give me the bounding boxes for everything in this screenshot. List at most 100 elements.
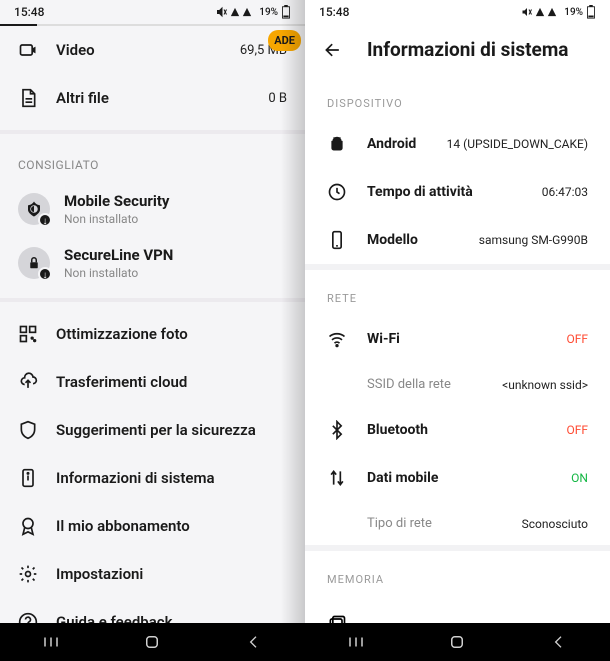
row-value: 14 (UPSIDE_DOWN_CAKE) <box>447 137 588 151</box>
row-model[interactable]: Modello samsung SM-G990B <box>305 216 610 264</box>
signal-icon-2 <box>242 7 252 17</box>
left-content: Video 69,5 MB Altri file 0 B CONSIGLIATO… <box>0 26 305 623</box>
menu-label: Ottimizzazione foto <box>56 325 287 343</box>
page-header: Informazioni di sistema <box>305 24 610 75</box>
battery-pct: 19% <box>564 7 583 18</box>
section-network: RETE <box>305 270 610 315</box>
video-icon <box>18 40 38 60</box>
battery-icon <box>281 5 291 19</box>
section-recommended: CONSIGLIATO <box>0 142 305 182</box>
bluetooth-icon <box>327 420 347 440</box>
row-label: Wi-Fi <box>367 331 546 347</box>
menu-photo-opt[interactable]: Ottimizzazione foto <box>0 310 305 358</box>
right-content: DISPOSITIVO Android 14 (UPSIDE_DOWN_CAKE… <box>305 75 610 623</box>
rec-name: SecureLine VPN <box>64 246 287 264</box>
row-label: Altri file <box>56 89 250 107</box>
rec-sub: Non installato <box>64 212 287 226</box>
row-value: 06:47:03 <box>542 185 588 199</box>
row-label: Android <box>367 136 427 152</box>
row-uptime[interactable]: Tempo di attività 06:47:03 <box>305 168 610 216</box>
add-icon: ↓ <box>38 267 52 281</box>
rec-name: Mobile Security <box>64 192 287 210</box>
clock-icon <box>327 182 347 202</box>
nav-back[interactable] <box>549 632 569 652</box>
rec-sub: Non installato <box>64 266 287 280</box>
row-net-type: Tipo di rete Sconosciuto <box>305 502 610 545</box>
row-ssid: SSID della rete <unknown ssid> <box>305 363 610 406</box>
row-label: Modello <box>367 232 459 248</box>
row-label: Tempo di attività <box>367 184 522 200</box>
row-label: Video <box>56 41 222 59</box>
nav-recents[interactable] <box>41 632 61 652</box>
row-mobile-data[interactable]: Dati mobile ON <box>305 454 610 502</box>
menu-help-feedback[interactable]: Guida e feedback <box>0 598 305 623</box>
row-label: SSID della rete <box>367 377 482 392</box>
status-bar: 15:48 19% <box>305 0 610 24</box>
nav-back[interactable] <box>244 632 264 652</box>
row-value: <unknown ssid> <box>502 378 588 392</box>
menu-label: Il mio abbonamento <box>56 517 287 535</box>
status-time: 15:48 <box>319 5 349 19</box>
row-wifi[interactable]: Wi-Fi OFF <box>305 315 610 363</box>
file-icon <box>18 88 38 108</box>
ribbon-icon <box>18 516 38 536</box>
help-icon <box>18 612 38 623</box>
row-memory[interactable] <box>305 596 610 623</box>
row-other-files[interactable]: Altri file 0 B <box>0 74 305 122</box>
row-video[interactable]: Video 69,5 MB <box>0 26 305 74</box>
nav-home[interactable] <box>447 632 467 652</box>
right-screen: 15:48 19% Informazioni di sistema DISPOS… <box>305 0 610 661</box>
row-bluetooth[interactable]: Bluetooth OFF <box>305 406 610 454</box>
row-value: Sconosciuto <box>522 517 588 531</box>
signal-icon-2 <box>547 7 557 17</box>
row-label: Bluetooth <box>367 422 546 438</box>
row-value: samsung SM-G990B <box>479 233 588 247</box>
page-title: Informazioni di sistema <box>367 38 568 61</box>
row-android[interactable]: Android 14 (UPSIDE_DOWN_CAKE) <box>305 120 610 168</box>
phone-icon <box>327 230 347 250</box>
section-device: DISPOSITIVO <box>305 75 610 120</box>
nav-recents[interactable] <box>346 632 366 652</box>
nav-bar <box>0 623 305 661</box>
battery-icon <box>586 5 596 19</box>
menu-subscription[interactable]: Il mio abbonamento <box>0 502 305 550</box>
rec-mobile-security[interactable]: ↓ Mobile Security Non installato <box>0 182 305 236</box>
menu-label: Informazioni di sistema <box>56 469 287 487</box>
menu-label: Suggerimenti per la sicurezza <box>56 421 287 439</box>
status-right: 19% <box>521 5 596 19</box>
mute-icon <box>521 6 533 18</box>
mute-icon <box>216 6 228 18</box>
menu-label: Guida e feedback <box>56 613 287 623</box>
mobile-data-icon <box>327 468 347 488</box>
storage-progress <box>0 24 305 26</box>
menu-security-tips[interactable]: Suggerimenti per la sicurezza <box>0 406 305 454</box>
signal-icon <box>535 7 545 17</box>
photo-icon <box>18 324 38 344</box>
memory-bar <box>367 623 588 624</box>
shield-icon: ↓ <box>18 193 50 225</box>
memory-icon <box>327 614 347 623</box>
signal-icon <box>230 7 240 17</box>
row-value: ON <box>571 471 588 485</box>
battery-pct: 19% <box>259 7 278 18</box>
menu-cloud-transfer[interactable]: Trasferimenti cloud <box>0 358 305 406</box>
cloud-upload-icon <box>18 372 38 392</box>
menu-system-info[interactable]: Informazioni di sistema <box>0 454 305 502</box>
status-right: 19% <box>216 5 291 19</box>
row-value: OFF <box>566 332 588 346</box>
upgrade-badge[interactable]: ADE <box>268 30 301 51</box>
android-icon <box>327 134 347 154</box>
left-screen: ADE 15:48 19% Video 69,5 MB Altri file 0… <box>0 0 305 661</box>
nav-home[interactable] <box>142 632 162 652</box>
section-memory: MEMORIA <box>305 551 610 596</box>
back-icon[interactable] <box>323 40 343 60</box>
shield-outline-icon <box>18 420 38 440</box>
menu-settings[interactable]: Impostazioni <box>0 550 305 598</box>
status-bar: 15:48 19% <box>0 0 305 24</box>
row-value: 0 B <box>268 91 287 106</box>
status-icons <box>216 6 252 18</box>
row-value: OFF <box>566 423 588 437</box>
status-icons <box>521 6 557 18</box>
status-time: 15:48 <box>14 5 44 19</box>
rec-secureline-vpn[interactable]: ↓ SecureLine VPN Non installato <box>0 236 305 290</box>
